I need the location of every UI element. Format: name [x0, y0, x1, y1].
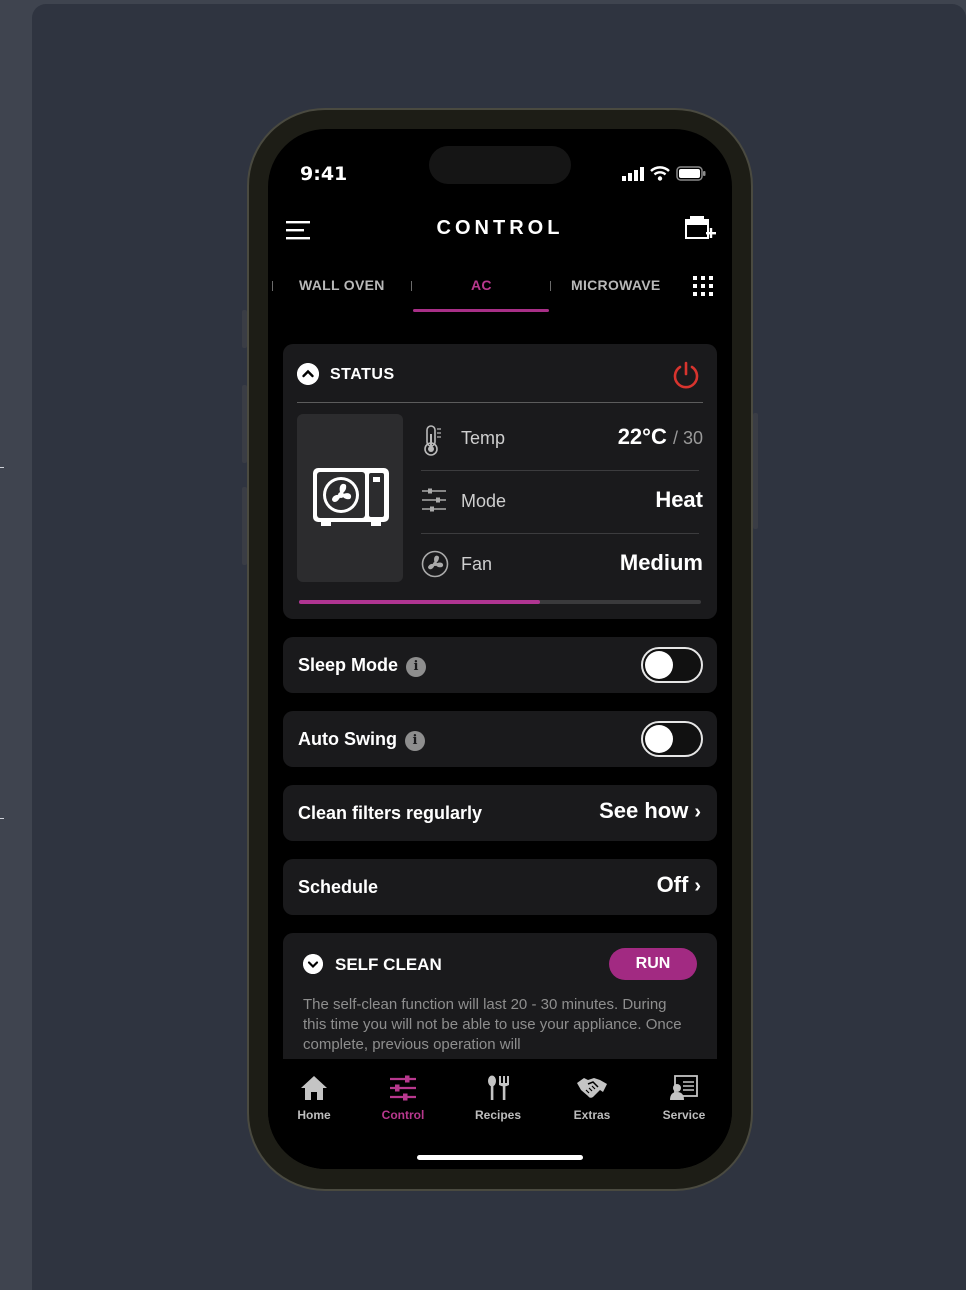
clean-filters-label: Clean filters regularly [298, 803, 483, 823]
sleep-mode-toggle[interactable] [641, 647, 703, 683]
nav-label: Home [297, 1108, 331, 1122]
info-icon[interactable]: i [406, 657, 427, 677]
auto-swing-card: Auto Swing i [283, 711, 717, 767]
fan-icon [421, 550, 449, 578]
wifi-icon [650, 166, 670, 181]
nav-label: Recipes [474, 1108, 522, 1122]
app-screen: 9:41 CONTROL WALL OVEN AC MICROWAVE STAT… [268, 129, 732, 1169]
nav-service[interactable]: Service [644, 1075, 724, 1122]
bottom-nav: Home Control Recipes Extras Service [268, 1059, 732, 1169]
ac-unit-icon [313, 468, 389, 526]
dynamic-island [429, 146, 571, 184]
grid-menu-icon[interactable] [692, 275, 714, 297]
chevron-right-icon: › [694, 801, 701, 823]
sleep-mode-row: Sleep Mode i [298, 655, 427, 677]
sleep-mode-label: Sleep Mode [298, 655, 399, 675]
nav-label: Extras [573, 1108, 611, 1122]
info-icon[interactable]: i [404, 731, 425, 751]
tab-separator [272, 281, 273, 291]
status-icons [622, 166, 706, 181]
sleep-mode-card: Sleep Mode i [283, 637, 717, 693]
auto-swing-row: Auto Swing i [298, 729, 425, 751]
auto-swing-label: Auto Swing [298, 729, 397, 749]
schedule-value: Off [656, 872, 689, 897]
self-clean-card: SELF CLEAN RUN The self-clean function w… [283, 933, 717, 1073]
status-time: 9:41 [300, 163, 348, 185]
tab-separator [411, 281, 412, 291]
fan-row: Fan Medium [421, 532, 703, 594]
temp-value: 22°C / 30 [618, 424, 703, 450]
page-title: CONTROL [436, 217, 564, 239]
edge-marker [0, 818, 4, 819]
sliders-icon [390, 1075, 416, 1101]
phone-volume-down-button [242, 487, 247, 565]
expand-icon[interactable] [303, 954, 323, 974]
collapse-icon[interactable] [297, 363, 319, 385]
home-indicator [417, 1155, 583, 1160]
mode-row: Mode Heat [421, 469, 703, 531]
self-clean-description: The self-clean function will last 20 - 3… [303, 996, 682, 1053]
auto-swing-toggle[interactable] [641, 721, 703, 757]
status-progress-bar [299, 600, 701, 604]
sliders-icon [422, 488, 446, 512]
divider [297, 402, 703, 403]
active-tab-indicator [413, 309, 549, 312]
run-button[interactable]: RUN [609, 948, 697, 980]
add-device-icon[interactable] [684, 215, 716, 243]
nav-label: Service [662, 1108, 706, 1122]
status-progress-fill [299, 600, 541, 604]
nav-extras[interactable]: Extras [552, 1075, 632, 1122]
phone-power-button [753, 413, 758, 529]
nav-home[interactable]: Home [274, 1075, 354, 1122]
schedule-card[interactable]: Schedule Off › [283, 859, 717, 915]
appliance-tabs: WALL OVEN AC MICROWAVE [268, 269, 732, 315]
thermometer-icon [424, 425, 441, 456]
tab-microwave[interactable]: MICROWAVE [571, 277, 661, 293]
phone-mute-button [242, 310, 247, 348]
battery-icon [676, 166, 706, 181]
clean-filters-card[interactable]: Clean filters regularly See how › [283, 785, 717, 841]
power-icon[interactable] [671, 360, 701, 390]
see-how-label: See how [599, 798, 689, 823]
schedule-label: Schedule [298, 877, 379, 897]
self-clean-heading: SELF CLEAN [335, 955, 442, 974]
handshake-icon [577, 1078, 607, 1098]
mode-value: Heat [655, 487, 703, 512]
status-card: STATUS Temp 22°C / 30 Mode Heat Fan Medi… [283, 344, 717, 619]
mode-label: Mode [461, 491, 507, 511]
chevron-right-icon: › [694, 875, 701, 897]
nav-control[interactable]: Control [363, 1075, 443, 1122]
temp-label: Temp [461, 428, 506, 448]
fan-value: Medium [619, 550, 703, 575]
signal-icon [622, 167, 644, 181]
status-heading: STATUS [330, 366, 395, 383]
temp-target: / 30 [672, 428, 703, 448]
fan-label: Fan [461, 554, 493, 574]
home-icon [301, 1076, 327, 1100]
tab-wall-oven[interactable]: WALL OVEN [299, 277, 385, 293]
toggle-knob [645, 651, 673, 679]
edge-marker [0, 467, 4, 468]
service-icon [670, 1075, 698, 1100]
tab-ac[interactable]: AC [471, 277, 492, 293]
tab-separator [550, 281, 551, 291]
nav-label: Control [381, 1108, 425, 1122]
ac-unit-tile [297, 414, 403, 582]
see-how-link[interactable]: See how › [599, 798, 701, 824]
cutlery-icon [488, 1075, 509, 1100]
nav-recipes[interactable]: Recipes [458, 1075, 538, 1122]
schedule-value-link[interactable]: Off › [657, 872, 701, 898]
toggle-knob [645, 725, 673, 753]
temp-row: Temp 22°C / 30 [421, 406, 703, 468]
temp-current: 22°C [617, 424, 667, 449]
phone-volume-up-button [242, 385, 247, 463]
